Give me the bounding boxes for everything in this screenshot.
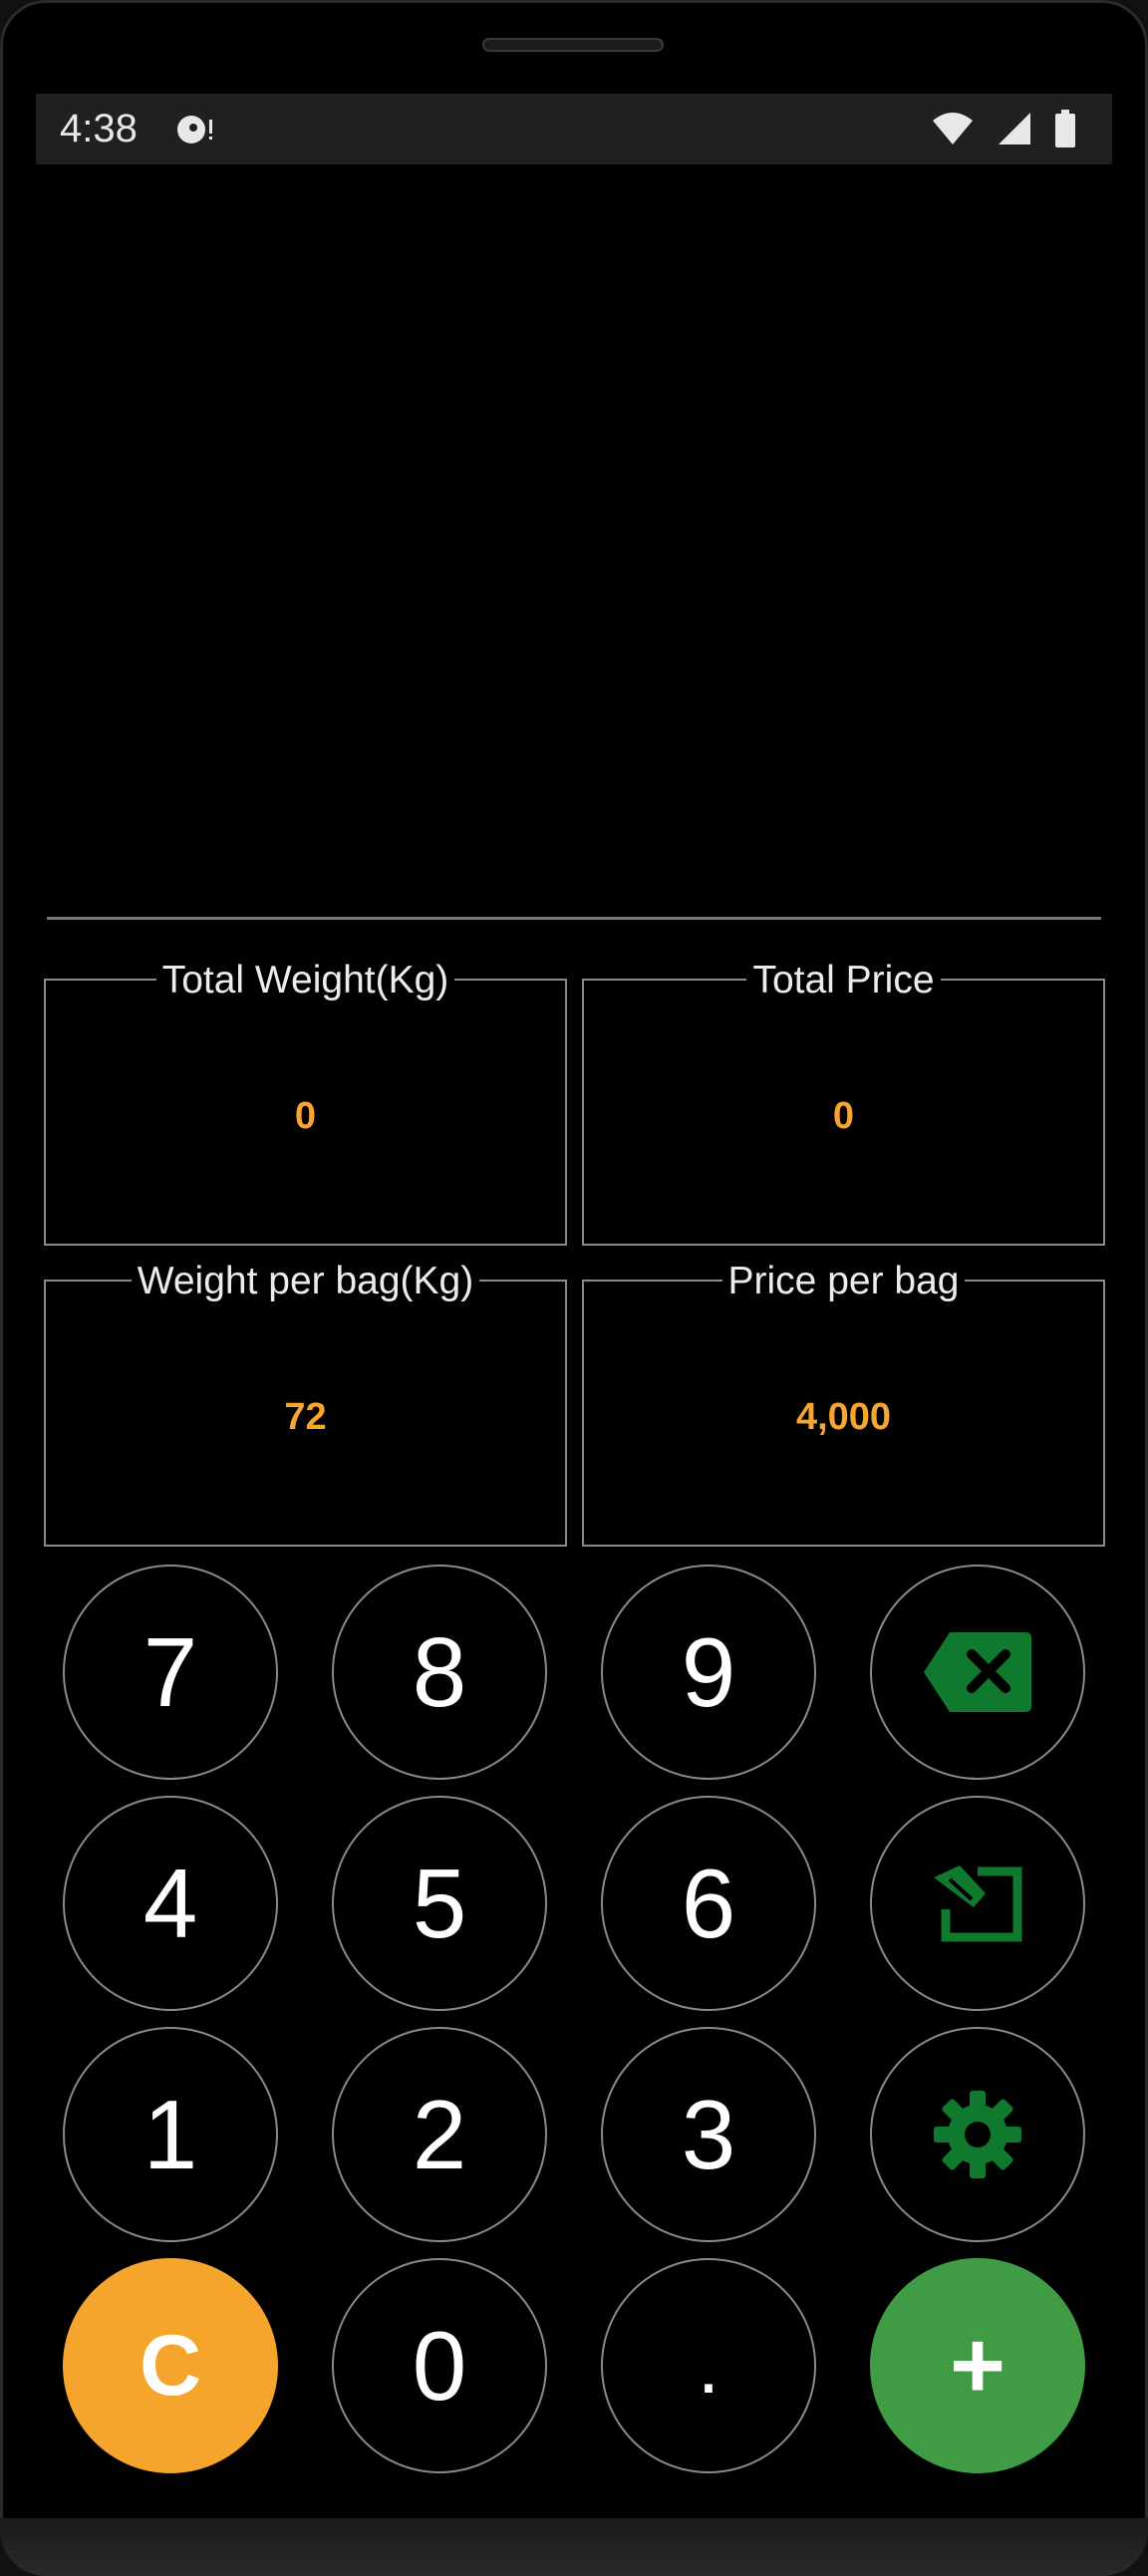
key-5[interactable]: 5: [332, 1796, 547, 2011]
status-icons: [931, 110, 1076, 147]
key-8[interactable]: 8: [332, 1565, 547, 1780]
edit-icon: [934, 1865, 1022, 1942]
price-per-bag-value: 4,000: [795, 1396, 892, 1438]
total-price-title: Total Price: [746, 959, 941, 1002]
key-7[interactable]: 7: [63, 1565, 278, 1780]
weight-per-bag-title: Weight per bag(Kg): [131, 1260, 480, 1302]
speaker-grille: [482, 38, 664, 52]
notification-icon: [177, 116, 212, 143]
settings-button[interactable]: [870, 2027, 1085, 2242]
total-weight-value: 0: [294, 1095, 317, 1137]
gear-icon: [934, 2091, 1021, 2178]
total-price-value: 0: [832, 1095, 855, 1137]
weight-per-bag-value: 72: [284, 1396, 327, 1438]
price-per-bag-title: Price per bag: [721, 1260, 966, 1302]
battery-icon: [1055, 110, 1075, 147]
total-weight-title: Total Weight(Kg): [155, 959, 455, 1002]
decimal-button[interactable]: .: [601, 2258, 816, 2473]
key-6[interactable]: 6: [601, 1796, 816, 2011]
backspace-icon: [924, 1632, 1031, 1712]
bottom-bezel: [0, 2518, 1148, 2576]
weight-per-bag-card[interactable]: Weight per bag(Kg) 72: [44, 1260, 567, 1547]
clear-button[interactable]: C: [63, 2258, 278, 2473]
key-0[interactable]: 0: [332, 2258, 547, 2473]
signal-icon: [999, 113, 1030, 144]
add-button[interactable]: +: [870, 2258, 1085, 2473]
key-9[interactable]: 9: [601, 1565, 816, 1780]
total-weight-card: Total Weight(Kg) 0: [44, 959, 567, 1246]
divider: [47, 917, 1101, 920]
key-1[interactable]: 1: [63, 2027, 278, 2242]
price-per-bag-card[interactable]: Price per bag 4,000: [582, 1260, 1105, 1547]
edit-button[interactable]: [870, 1796, 1085, 2011]
wifi-icon: [933, 113, 973, 144]
backspace-button[interactable]: [870, 1565, 1085, 1780]
key-3[interactable]: 3: [601, 2027, 816, 2242]
key-4[interactable]: 4: [63, 1796, 278, 2011]
key-2[interactable]: 2: [332, 2027, 547, 2242]
total-price-card: Total Price 0: [582, 959, 1105, 1246]
status-time: 4:38: [60, 107, 138, 150]
status-bar: 4:38: [36, 94, 1112, 164]
phone-frame: 4:38 Total Weight(Kg) 0 Total Price 0 We…: [0, 0, 1148, 2576]
